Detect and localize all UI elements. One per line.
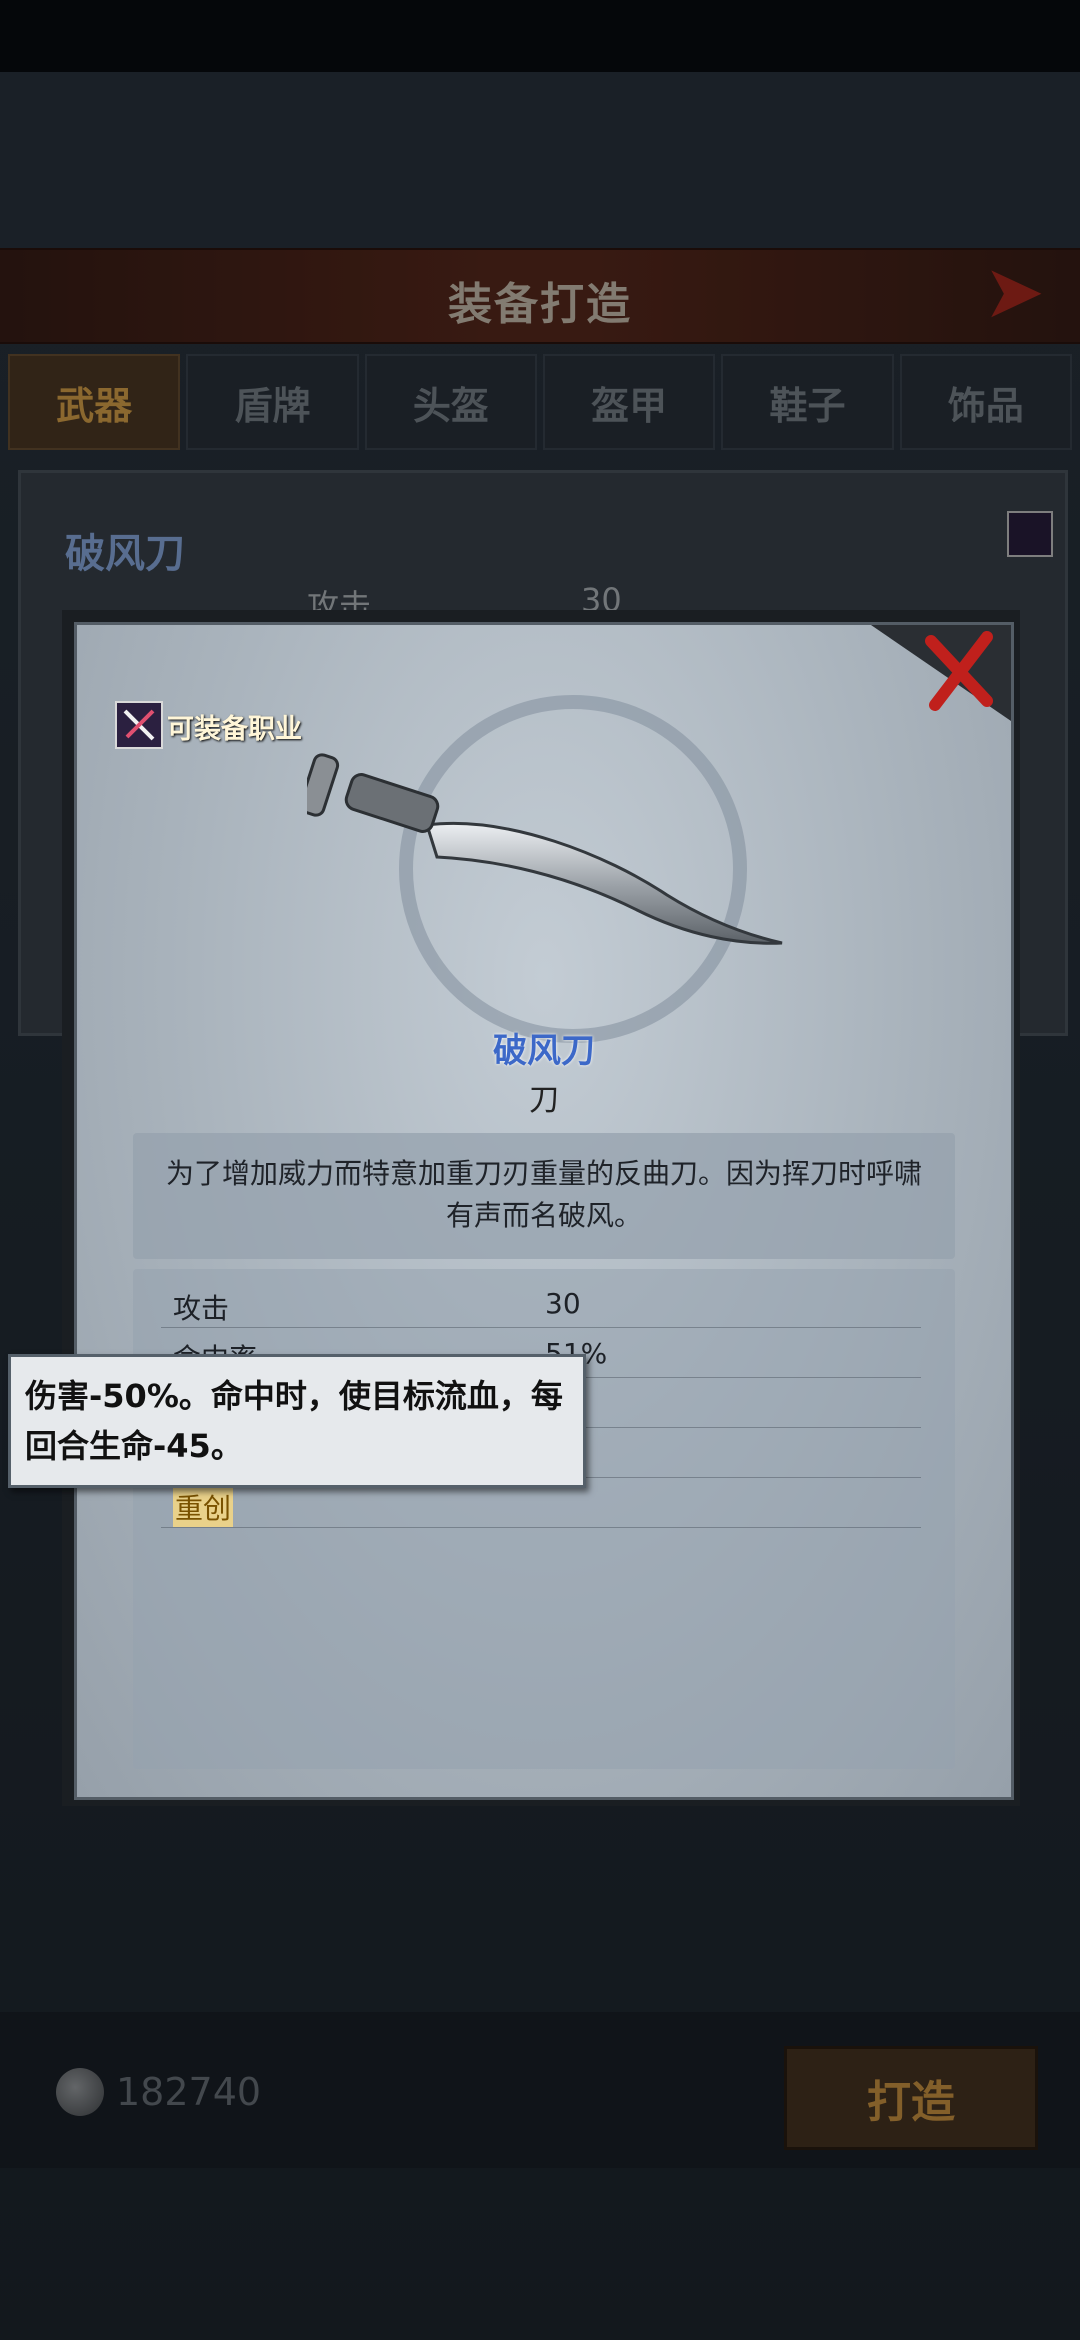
equip-class-label: 可装备职业	[167, 714, 302, 745]
stat-value: 30	[545, 1287, 581, 1320]
item-description: 为了增加威力而特意加重刀刃重量的反曲刀。因为挥刀时呼啸有声而名破风。	[165, 1157, 922, 1232]
skill-tooltip: 伤害-50%。命中时，使目标流血，每回合生命-45。	[8, 1354, 586, 1488]
item-info-modal: 可装备职业 破风刀 刀 为了增加威力而特意加重刀刃重量的反曲刀。因为挥刀时呼啸有…	[62, 610, 1020, 1806]
modal-body: 可装备职业 破风刀 刀 为了增加威力而特意加重刀刃重量的反曲刀。因为挥刀时呼啸有…	[74, 622, 1014, 1800]
status-bar	[0, 0, 1080, 72]
tooltip-text: 伤害-50%。命中时，使目标流血，每回合生命-45。	[25, 1377, 563, 1465]
description-box: 为了增加威力而特意加重刀刃重量的反曲刀。因为挥刀时呼啸有声而名破风。	[133, 1133, 955, 1259]
close-button[interactable]	[871, 625, 1011, 721]
item-name: 破风刀	[493, 1031, 595, 1071]
item-type: 刀	[529, 1083, 559, 1118]
stat-label: 攻击	[173, 1292, 230, 1325]
stats-box: 攻击 30 命中率 51% 2 重创	[133, 1269, 955, 1769]
job-class-icon	[115, 701, 163, 749]
stat-row: 攻击 30	[161, 1279, 921, 1328]
kukri-blade-icon	[307, 753, 783, 945]
special-skill-label[interactable]: 重创	[173, 1487, 234, 1527]
